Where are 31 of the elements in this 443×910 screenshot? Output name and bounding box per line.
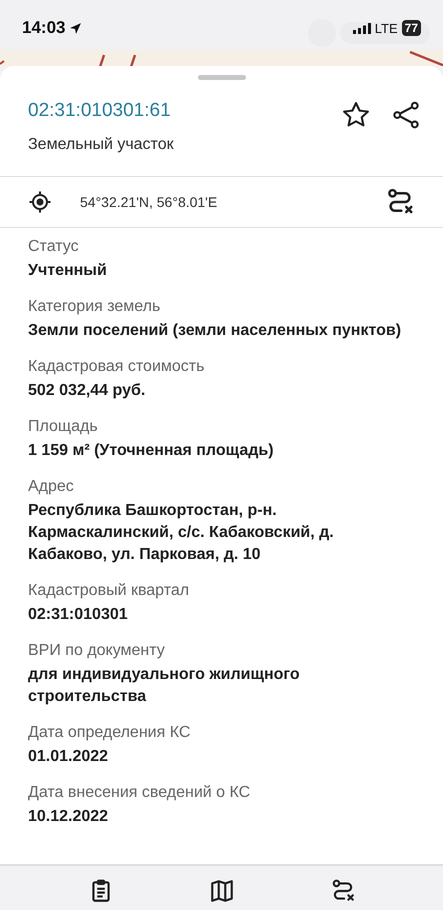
field-value: 502 032,44 руб. (28, 381, 146, 401)
field-label: Дата внесения сведений о КС (28, 783, 252, 803)
field-label: Дата определения КС (28, 723, 192, 743)
field-value: Учтенный (28, 261, 108, 281)
signal-icon (352, 22, 371, 34)
field-value: Республика Башкортостан, р-н. Кармаскалинский, с/с. Кабаковский, д. Кабаково, ул. Парковая, д. 10 (28, 501, 335, 565)
field-value: Земли поселений (земли населенных пунктов) (28, 321, 402, 341)
crosshair-icon[interactable] (28, 190, 52, 214)
cadastral-number: 02:31:010301:61 (28, 100, 172, 122)
field-value: 02:31:010301 (28, 605, 129, 625)
drag-handle[interactable] (198, 75, 246, 80)
network-label: LTE (374, 20, 398, 36)
status-time: 14:03 (22, 18, 66, 38)
field-label: Кадастровый квартал (28, 581, 190, 601)
location-arrow-icon (69, 22, 82, 34)
field-label: Категория земель (28, 297, 162, 317)
field-value: для индивидуального жилищного строительства (28, 665, 301, 707)
field-label: ВРИ по документу (28, 641, 166, 661)
map-icon[interactable] (208, 878, 234, 904)
object-type: Земельный участок (28, 136, 175, 154)
share-icon[interactable] (391, 100, 421, 130)
field-value: 10.12.2022 (28, 807, 110, 827)
field-label: Адрес (28, 477, 75, 497)
field-label: Кадастровая стоимость (28, 357, 206, 377)
field-label: Площадь (28, 417, 99, 437)
route-icon[interactable] (330, 878, 356, 904)
field-value: 01.01.2022 (28, 747, 110, 767)
field-label: Статус (28, 237, 80, 257)
coordinates: 54°32.21'N, 56°8.01'E (80, 194, 218, 210)
field-value: 1 159 м² (Уточненная площадь) (28, 441, 275, 461)
battery-level: 77 (402, 20, 421, 36)
